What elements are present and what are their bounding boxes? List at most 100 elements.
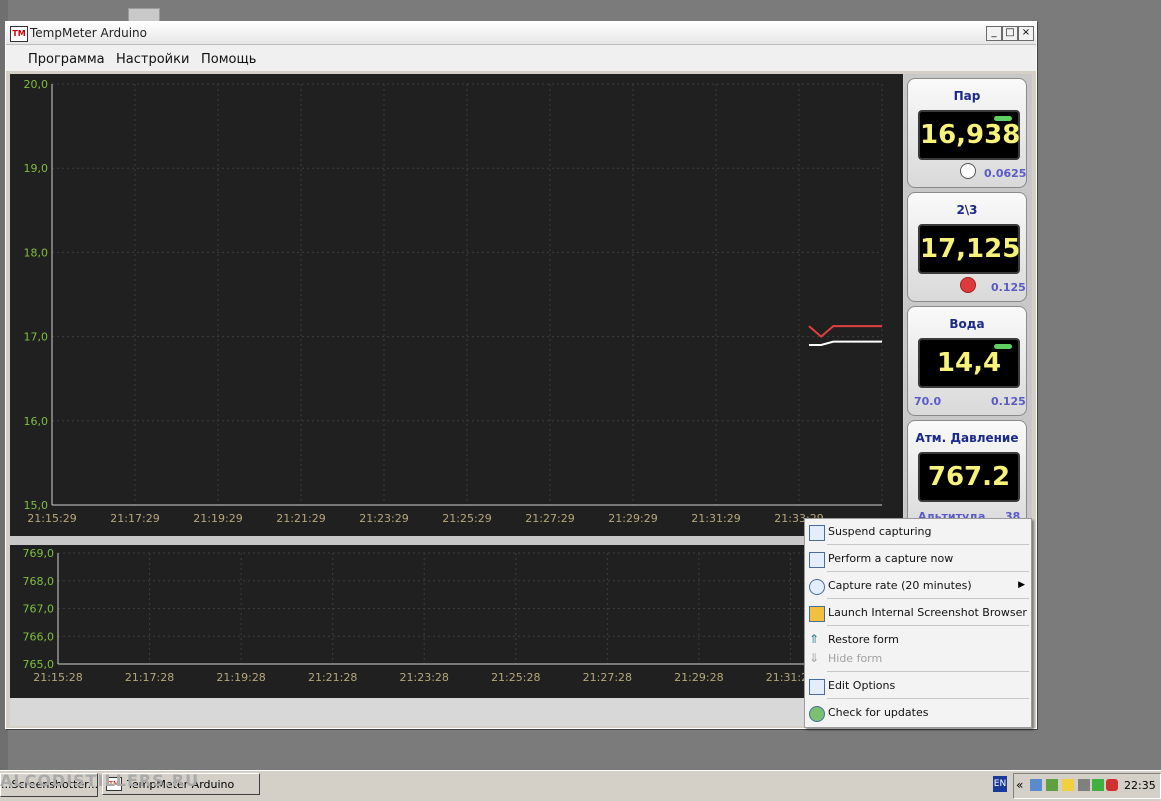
menu-item-label: Edit Options	[828, 679, 896, 692]
system-tray: « 22:35	[1013, 773, 1161, 799]
app-icon: TM	[10, 26, 28, 42]
menu-help[interactable]: Помощь	[201, 52, 256, 67]
wifi-icon[interactable]	[1092, 779, 1104, 791]
y-tick-label: 18,0	[24, 246, 49, 259]
x-tick-label: 21:23:28	[400, 671, 449, 684]
window-title: TempMeter Arduino	[30, 26, 147, 40]
pressure-chart-svg: 769,0 768,0 767,0 766,0 765,021:15:28 21:17:2…	[23, 547, 883, 684]
menu-item-capture-now[interactable]: Perform a capture now	[805, 548, 1031, 570]
menu-item-edit-options[interactable]: Edit Options	[805, 675, 1031, 697]
sensor-value: 16,938	[920, 120, 1021, 150]
menu-separator	[827, 671, 1029, 672]
indicator-dot[interactable]	[960, 277, 976, 293]
y-tick-label: 766,0	[23, 630, 55, 643]
sensor-card-pressure: Атм. Давление 767.2 Альтитуда 38	[907, 420, 1027, 532]
sensor-step: 0.125	[991, 395, 1026, 408]
y-tick-label: 765,0	[23, 658, 55, 671]
x-tick-label: 21:15:28	[33, 671, 82, 684]
shield-icon[interactable]	[1106, 779, 1118, 791]
x-tick-label: 21:21:29	[276, 512, 325, 525]
menu-item-label: Launch Internal Screenshot Browser	[828, 606, 1027, 619]
sensor-display: 17,125	[918, 224, 1020, 274]
warning-icon[interactable]	[1062, 779, 1074, 791]
chart-splitter[interactable]	[10, 536, 903, 545]
x-tick-label: 21:25:29	[442, 512, 491, 525]
sensor-display: 16,938	[918, 110, 1020, 160]
sensor-value: 767.2	[927, 462, 1011, 492]
pause-icon	[809, 525, 825, 541]
sensor-card-steam: Пар 16,938 0.0625	[907, 78, 1027, 188]
sensor-title: 2\3	[956, 203, 978, 217]
menu-program[interactable]: Программа	[28, 52, 105, 67]
tray-app-icon[interactable]	[1046, 779, 1058, 791]
x-tick-label: 21:23:29	[359, 512, 408, 525]
submenu-arrow-icon: ▶	[1018, 580, 1025, 590]
indicator-dot[interactable]	[960, 163, 976, 179]
x-tick-label: 21:17:29	[110, 512, 159, 525]
y-tick-label: 768,0	[23, 575, 55, 588]
y-tick-label: 769,0	[23, 547, 55, 560]
x-tick-label: 21:21:28	[308, 671, 357, 684]
x-tick-label: 21:27:29	[525, 512, 574, 525]
y-tick-label: 16,0	[24, 415, 49, 428]
menu-item-label: Check for updates	[828, 706, 929, 719]
monitor-icon[interactable]	[1078, 779, 1090, 791]
y-tick-label: 17,0	[24, 331, 49, 344]
x-tick-label: 21:31:29	[691, 512, 740, 525]
menu-item-capture-rate[interactable]: Capture rate (20 minutes) ▶	[805, 575, 1031, 597]
sensor-display: 14,4	[918, 338, 1020, 388]
menu-item-suspend-capturing[interactable]: Suspend capturing	[805, 521, 1031, 543]
update-icon	[809, 706, 825, 722]
restore-icon: ⇑	[809, 632, 820, 646]
x-tick-label: 21:15:29	[27, 512, 76, 525]
x-tick-label: 21:19:29	[193, 512, 242, 525]
sensor-display: 767.2	[918, 452, 1020, 502]
browser-icon	[809, 606, 825, 622]
y-tick-label: 767,0	[23, 603, 55, 616]
y-tick-label: 19,0	[24, 162, 49, 175]
network-icon[interactable]	[1030, 779, 1042, 791]
menu-item-label: Perform a capture now	[828, 552, 954, 565]
watermark-text: ALCODISTILLERS.RU	[0, 771, 200, 790]
options-icon	[809, 679, 825, 695]
close-button[interactable]: ×	[1018, 26, 1034, 41]
language-indicator[interactable]: EN	[993, 776, 1007, 792]
menu-separator	[827, 625, 1029, 626]
menu-item-check-updates[interactable]: Check for updates	[805, 702, 1031, 724]
x-tick-label: 21:19:28	[216, 671, 265, 684]
sensor-value: 17,125	[920, 234, 1021, 264]
menu-separator	[827, 598, 1029, 599]
sensor-threshold: 70.0	[914, 395, 942, 408]
hide-icon: ⇓	[809, 651, 820, 665]
tray-context-menu: Suspend capturing Perform a capture now …	[804, 518, 1032, 728]
series-line-0	[808, 325, 882, 338]
menu-separator	[827, 571, 1029, 572]
y-tick-label: 15,0	[24, 499, 49, 512]
menu-item-label: Hide form	[828, 652, 883, 665]
sensor-title: Пар	[953, 89, 981, 103]
menu-item-screenshot-browser[interactable]: Launch Internal Screenshot Browser	[805, 602, 1031, 624]
menu-item-label: Suspend capturing	[828, 525, 932, 538]
clock[interactable]: 22:35	[1124, 779, 1156, 792]
sensor-value: 14,4	[936, 348, 1002, 378]
temperature-chart-svg: 20,0 19,0 18,0 17,0 16,0 15,021:15:29 21:17:29…	[24, 78, 883, 525]
sensor-title: Вода	[949, 317, 985, 331]
menu-separator	[827, 698, 1029, 699]
menu-settings[interactable]: Настройки	[116, 52, 189, 67]
menu-item-label: Capture rate (20 minutes)	[828, 579, 972, 592]
x-tick-label: 21:25:28	[491, 671, 540, 684]
capture-icon	[809, 552, 825, 568]
x-tick-label: 21:17:28	[125, 671, 174, 684]
x-tick-label: 21:29:29	[608, 512, 657, 525]
x-tick-label: 21:27:28	[583, 671, 632, 684]
maximize-button[interactable]: □	[1002, 26, 1018, 41]
minimize-button[interactable]: _	[986, 26, 1002, 41]
sensor-step: 0.125	[991, 281, 1026, 294]
y-tick-label: 20,0	[24, 78, 49, 91]
pressure-chart: 769,0 768,0 767,0 766,0 765,0 21:15:28 21:17:2…	[10, 545, 903, 717]
sensor-step: 0.0625	[984, 167, 1027, 180]
menu-item-hide-form: ⇓ Hide form	[805, 648, 1031, 670]
title-bar[interactable]: TM TempMeter Arduino _ □ ×	[6, 22, 1036, 45]
tray-expand-icon[interactable]: «	[1016, 778, 1023, 792]
sensor-title: Атм. Давление	[915, 431, 1019, 445]
